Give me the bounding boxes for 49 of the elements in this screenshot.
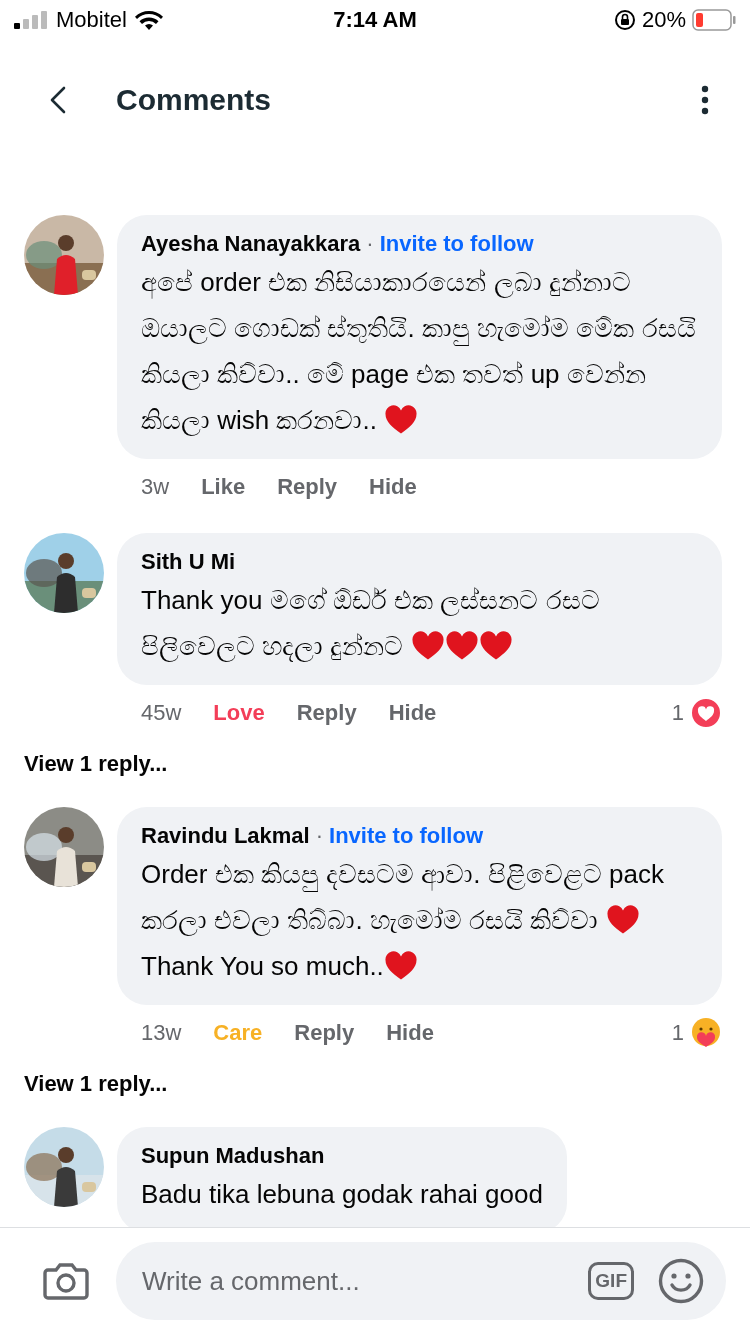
- separator-dot: ·: [315, 823, 324, 848]
- reply-button[interactable]: Reply: [296, 700, 357, 726]
- commenter-name[interactable]: Sith U Mi: [141, 549, 236, 574]
- hide-button[interactable]: Hide: [386, 1020, 434, 1046]
- reaction-button[interactable]: Like: [201, 474, 246, 500]
- gif-button[interactable]: GIF: [588, 1262, 634, 1300]
- reaction-count: 1: [671, 1020, 684, 1046]
- reply-button[interactable]: Reply: [277, 474, 338, 500]
- comment-text: Thank you මගේ ඕඩර් එක ලස්සනට රසට පිලිවෙලට හදලා දුන්නට: [141, 584, 601, 664]
- wifi-icon: [134, 10, 163, 30]
- heart-icon: [384, 404, 419, 435]
- comment-time: 13w: [141, 1020, 182, 1046]
- care-reaction-icon: [690, 1017, 722, 1049]
- heart-icon: [410, 630, 445, 661]
- clock-time: 7:14 AM: [332, 7, 418, 33]
- comment-text: Badu tika lebuna godak rahai good: [141, 1178, 543, 1211]
- battery-percent: 20%: [641, 7, 686, 33]
- reply-button[interactable]: Reply: [294, 1020, 355, 1046]
- commenter-name[interactable]: Ayesha Nanayakkara: [141, 231, 361, 256]
- hide-button[interactable]: Hide: [388, 700, 437, 726]
- page-title: Comments: [116, 83, 273, 117]
- heart-icon: [444, 630, 479, 661]
- reaction-count: 1: [671, 700, 684, 726]
- hide-button[interactable]: Hide: [369, 474, 417, 500]
- commenter-name[interactable]: Ravindu Lakmal: [141, 823, 310, 848]
- signal-icon: [14, 11, 48, 29]
- comment-text: Order එක කියපු දවසටම ආවා. පිළිවෙළට pack කරලා එවලා තිබ්බා. හැමෝම රසයි කිව්වා Thank You so much..: [141, 858, 665, 983]
- heart-icon: [605, 904, 640, 935]
- commenter-name[interactable]: Supun Madushan: [141, 1143, 325, 1168]
- carrier-name: Mobitel: [56, 7, 127, 33]
- separator-dot: ·: [366, 231, 374, 256]
- heart-icon: [478, 630, 513, 661]
- smiley-icon[interactable]: [658, 1258, 704, 1304]
- invite-link[interactable]: Invite to follow: [379, 231, 534, 256]
- heart-icon: [383, 950, 418, 981]
- comment-time: 3w: [141, 474, 170, 500]
- reaction-button[interactable]: Love: [213, 700, 265, 726]
- more-icon: [700, 85, 710, 115]
- more-button[interactable]: [700, 85, 710, 115]
- invite-link[interactable]: Invite to follow: [329, 823, 484, 848]
- comment-field[interactable]: Write a comment... GIF: [116, 1242, 726, 1320]
- camera-icon[interactable]: [42, 1261, 90, 1301]
- battery-icon: [692, 9, 736, 31]
- comment-time: 45w: [141, 700, 182, 726]
- view-replies-link[interactable]: View 1 reply...: [24, 1071, 168, 1097]
- view-replies-link[interactable]: View 1 reply...: [24, 751, 168, 777]
- rotation-lock-icon: [613, 9, 636, 31]
- love-reaction-icon: [690, 697, 722, 729]
- comment-text: අපේ order එක නිසියාකාරයෙන් ලබා දුන්නාට ඔයාලට ගොඩක් ස්තුතියි. කාපු හැමෝම මේක රසයි කියලා කිව්වා.. මේ page එක තවත් up වෙන්න කියලා wish කරනවා..: [141, 266, 697, 438]
